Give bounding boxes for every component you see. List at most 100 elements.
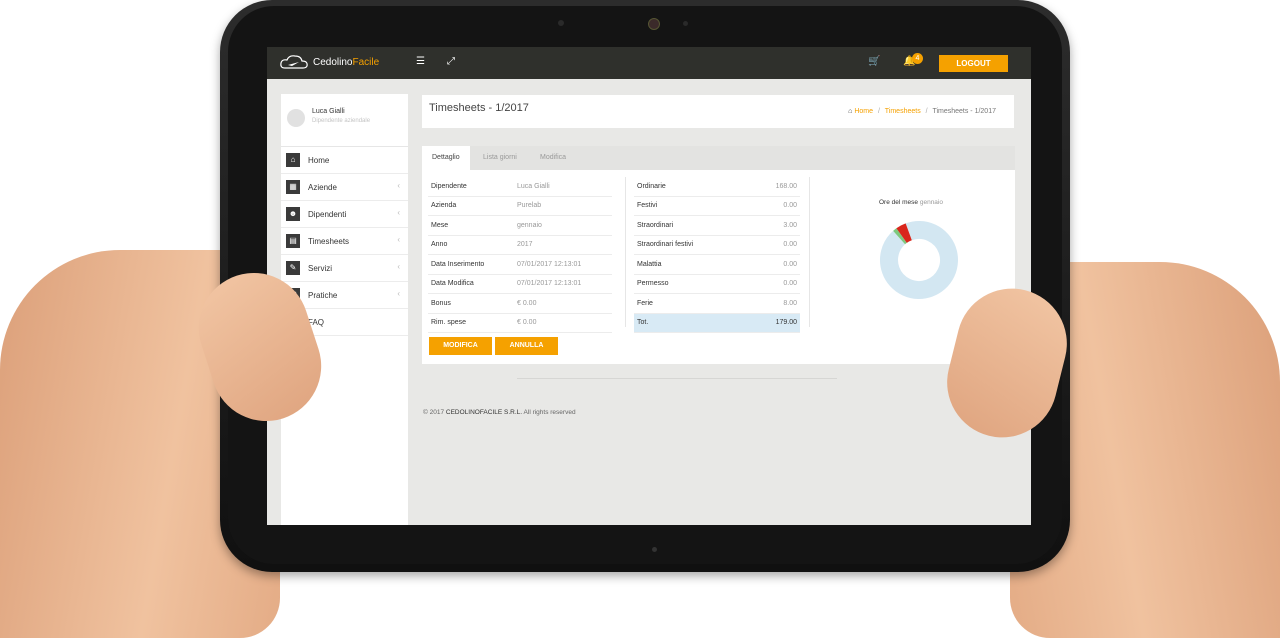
field-label: Anno [428,235,514,255]
breadcrumb-timesheets-link[interactable]: Timesheets [885,108,921,115]
field-label: Rim. spese [428,313,514,333]
home-sensor [652,547,657,552]
footer-company: CEDOLINOFACILE S.R.L. [445,409,523,416]
home-icon: ⌂ [286,153,300,167]
field-value: € 0.00 [514,293,612,314]
user-name: Luca Gialli [312,108,345,115]
field-value: 0.00 [749,235,800,255]
chevron-left-icon: ‹ [397,181,400,190]
avatar [287,109,305,127]
field-label: Straordinari festivi [634,235,750,255]
field-value: 0.00 [749,254,800,275]
table-row: Straordinari festivi 0.00 [634,235,800,255]
footer-divider [517,378,837,379]
field-label: Data Inserimento [428,254,514,275]
sidebar-item-label: Servizi [308,263,333,273]
hours-donut-chart [880,221,958,299]
column-divider [625,177,626,327]
table-row: Ferie 8.00 [634,293,800,314]
sidebar-item-label: Dipendenti [308,209,347,219]
cloud-logo-icon [280,55,308,69]
calendar-icon: ▤ [286,234,300,248]
hours-table: Ordinarie 168.00 Festivi 0.00 Straordinari… [634,177,800,333]
field-value: 07/01/2017 12:13:01 [514,274,612,294]
footer-prefix: © 2017 [423,409,446,416]
details-table: Dipendente Luca Gialli Azienda Purelab Mes… [428,177,612,333]
sidebar-item-label: Timesheets [308,236,350,246]
sidebar-item-label: Pratiche [308,290,338,300]
field-value: 8.00 [749,293,800,314]
field-label: Bonus [428,293,514,314]
tablet-screen: CedolinoFacile ☰ ⤢ 🛒 🔔 4 LOGOUT Luca Gia… [267,47,1031,525]
field-label: Festivi [634,196,750,216]
chart-month: gennaio [919,199,943,206]
page-title: Timesheets - 1/2017 [429,102,529,114]
footer-suffix: All rights reserved [522,409,576,416]
breadcrumb-separator: / [878,108,880,115]
tab-dettaglio[interactable]: Dettaglio [422,146,470,170]
table-row: Malattia 0.00 [634,254,800,275]
sidebar-item-dipendenti[interactable]: ☻ Dipendenti ‹ [281,201,408,228]
tab-lista-giorni[interactable]: Lista giorni [473,146,527,170]
chevron-left-icon: ‹ [397,208,400,217]
field-label: Ferie [634,293,750,314]
table-row: Data Inserimento 07/01/2017 12:13:01 [428,254,612,275]
chart-title: Ore del mese gennaio [879,199,943,206]
annulla-button[interactable]: ANNULLA [495,337,558,355]
field-value: Luca Gialli [514,177,612,197]
timesheet-panel: Dettaglio Lista giorni Modifica Dipenden… [422,146,1015,364]
table-row: Rim. spese € 0.00 [428,313,612,333]
sidebar-item-servizi[interactable]: ✎ Servizi ‹ [281,255,408,282]
field-value: 07/01/2017 12:13:01 [514,254,612,275]
notification-badge: 4 [912,53,923,64]
chart-title-text: Ore del mese [879,199,919,206]
sidebar-item-label: Home [308,155,330,165]
logo-text: CedolinoFacile [313,56,380,68]
cart-icon[interactable]: 🛒 [868,56,880,67]
chevron-left-icon: ‹ [397,289,400,298]
field-value: 0.00 [749,196,800,216]
sidebar-item-timesheets[interactable]: ▤ Timesheets ‹ [281,228,408,255]
menu-toggle-icon[interactable]: ☰ [416,56,425,67]
field-value: € 0.00 [514,313,612,333]
field-label: Mese [428,215,514,236]
wrench-icon: ✎ [286,261,300,275]
camera-icon [648,18,660,30]
sensor-dot [558,20,564,26]
top-navbar: CedolinoFacile ☰ ⤢ 🛒 🔔 4 LOGOUT [267,47,1031,79]
column-divider [809,177,810,327]
users-icon: ☻ [286,207,300,221]
total-row: Tot. 179.00 [634,313,800,333]
user-profile[interactable]: Luca Gialli Dipendente aziendale [281,94,408,147]
sidebar-item-label: Aziende [308,182,337,192]
breadcrumb-home-link[interactable]: Home [854,108,873,115]
user-role: Dipendente aziendale [312,118,371,124]
field-value: gennaio [514,215,612,236]
tab-modifica[interactable]: Modifica [530,146,576,170]
logout-button[interactable]: LOGOUT [939,55,1008,72]
table-row: Azienda Purelab [428,196,612,216]
breadcrumb: ⌂ Home / Timesheets / Timesheets - 1/201… [848,108,996,115]
field-label: Tot. [634,313,750,333]
field-label: Azienda [428,196,514,216]
app-logo[interactable]: CedolinoFacile [279,53,379,71]
table-row: Anno 2017 [428,235,612,255]
field-label: Straordinari [634,215,750,236]
field-label: Dipendente [428,177,514,197]
table-row: Ordinarie 168.00 [634,177,800,197]
field-label: Data Modifica [428,274,514,294]
sidebar-item-aziende[interactable]: ▦ Aziende ‹ [281,174,408,201]
fullscreen-icon[interactable]: ⤢ [447,56,455,67]
field-value: Purelab [514,196,612,216]
pie-slice-ordinarie [880,221,958,299]
modifica-button[interactable]: MODIFICA [429,337,492,355]
sensor-dot [683,21,688,26]
table-row: Permesso 0.00 [634,274,800,294]
field-value: 2017 [514,235,612,255]
table-row: Mese gennaio [428,215,612,236]
field-label: Ordinarie [634,177,750,197]
building-icon: ▦ [286,180,300,194]
table-row: Festivi 0.00 [634,196,800,216]
field-label: Malattia [634,254,750,275]
sidebar-item-home[interactable]: ⌂ Home [281,147,408,174]
